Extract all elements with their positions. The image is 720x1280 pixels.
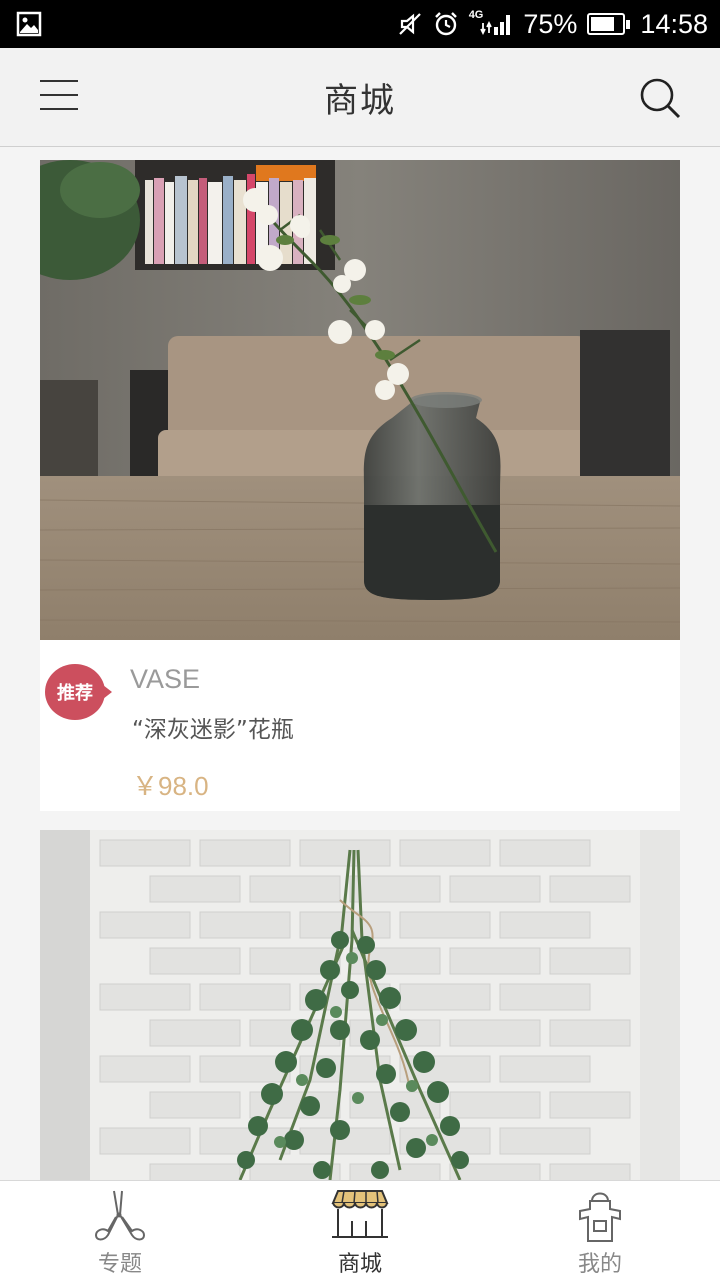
search-icon: [640, 78, 681, 119]
product-image[interactable]: [40, 160, 680, 640]
bottom-nav: 专题 商城 我的: [0, 1180, 720, 1280]
nav-label: 我的: [577, 1252, 622, 1277]
product-image[interactable]: [40, 830, 680, 1180]
menu-button[interactable]: [40, 80, 80, 114]
app-header: 商城: [0, 48, 720, 147]
shop-awning-icon: [330, 1187, 390, 1245]
status-bar: 4G 75% 14:58: [0, 0, 720, 48]
product-name: “深灰迷影”花瓶: [132, 717, 294, 743]
clock: 14:58: [640, 8, 708, 39]
pruning-shears-icon: [90, 1187, 150, 1245]
alarm-icon: [433, 11, 459, 37]
product-category: VASE: [130, 664, 201, 694]
nav-label: 商城: [337, 1252, 382, 1277]
image-icon: [16, 11, 42, 37]
mute-icon: [397, 11, 423, 37]
menu-icon: [40, 80, 80, 110]
network-type: 4G: [468, 9, 484, 21]
nav-label: 专题: [97, 1252, 142, 1277]
battery-percent: 75%: [523, 8, 578, 39]
nav-item-shop[interactable]: 商城: [240, 1181, 480, 1280]
product-list[interactable]: 推荐 VASE “深灰迷影”花瓶 ￥98.0: [0, 148, 720, 1180]
product-info[interactable]: 推荐 VASE “深灰迷影”花瓶 ￥98.0: [40, 640, 680, 811]
product-price: ￥98.0: [132, 771, 209, 801]
nav-item-mine[interactable]: 我的: [480, 1181, 720, 1280]
battery-icon: [587, 13, 631, 35]
apron-icon: [570, 1187, 630, 1245]
nav-item-topics[interactable]: 专题: [0, 1181, 240, 1280]
recommend-badge: 推荐: [45, 664, 112, 720]
search-button[interactable]: [638, 76, 682, 120]
product-card[interactable]: 推荐 VASE “深灰迷影”花瓶 ￥98.0: [40, 160, 680, 811]
signal-icon: 4G: [468, 9, 514, 37]
product-card[interactable]: [40, 830, 680, 1180]
page-title: 商城: [324, 80, 396, 121]
